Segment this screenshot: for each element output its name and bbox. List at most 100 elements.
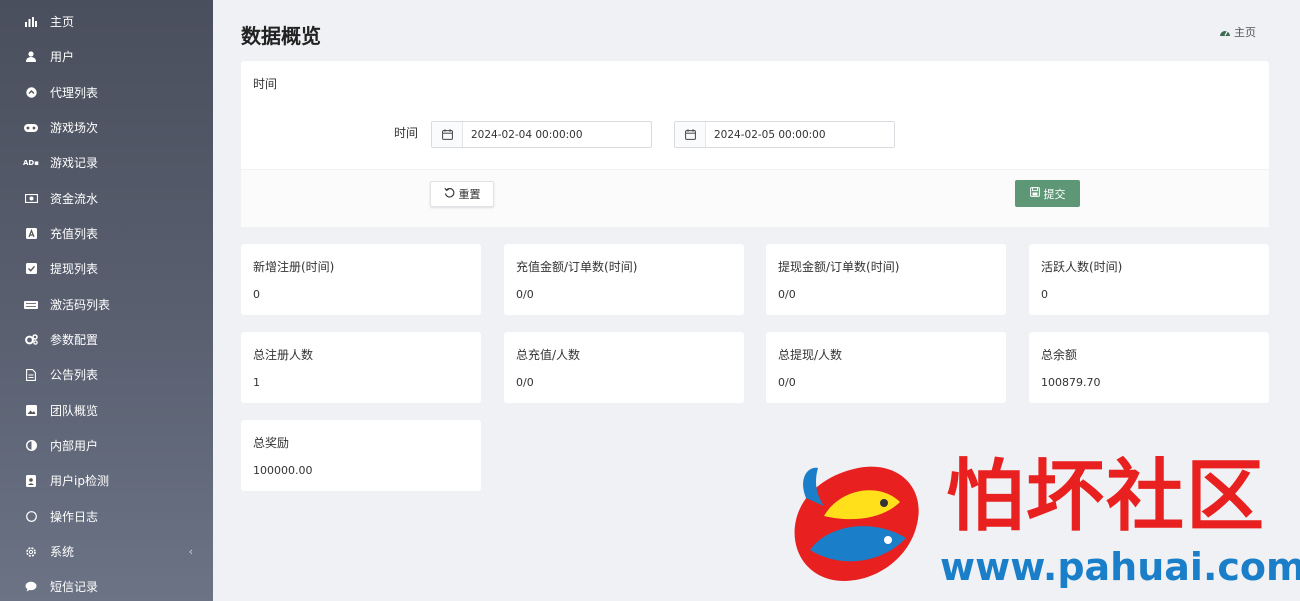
time-filter-panel: 时间 时间 2024-02-04 00:00:00 2024-02-05 00:… — [241, 61, 1269, 227]
sidebar-item-label: 游戏场次 — [50, 121, 99, 135]
image-icon — [24, 404, 38, 418]
breadcrumb[interactable]: 主页 — [1219, 24, 1256, 40]
submit-button[interactable]: 提交 — [1015, 180, 1080, 207]
end-datetime-input[interactable]: 2024-02-05 00:00:00 — [674, 121, 895, 148]
sidebar-item-label: 参数配置 — [50, 333, 99, 347]
watermark-fish-logo — [794, 466, 919, 581]
stat-value: 1 — [253, 376, 260, 389]
a-box-icon — [24, 227, 38, 241]
id-card-icon — [24, 474, 38, 488]
stat-title: 总提现/人数 — [778, 348, 843, 362]
save-icon — [1029, 187, 1040, 200]
sidebar-item-user-ip-check[interactable]: 用户ip检测 — [0, 463, 213, 498]
money-icon — [24, 192, 38, 206]
chevron-left-icon: ‹ — [188, 545, 193, 558]
breadcrumb-home[interactable]: 主页 — [1234, 24, 1256, 40]
sidebar-item-label: 短信记录 — [50, 580, 99, 594]
sidebar-item-team-overview[interactable]: 团队概览 — [0, 393, 213, 428]
calendar-icon — [432, 122, 463, 147]
panel-title: 时间 — [253, 77, 278, 91]
watermark-brand-name: 怕坏社区 — [946, 451, 1267, 542]
stat-card-total-rewards: 总奖励 100000.00 — [241, 420, 481, 491]
sidebar-item-home[interactable]: 主页 — [0, 4, 213, 39]
sidebar-item-label: 用户ip检测 — [50, 474, 109, 488]
circle-arrow-icon — [24, 86, 38, 100]
keyboard-icon — [24, 298, 38, 312]
stat-value: 0/0 — [516, 376, 534, 389]
sidebar-item-fund-flow[interactable]: 资金流水 — [0, 181, 213, 216]
half-circle-icon — [24, 439, 38, 453]
sidebar-item-operation-log[interactable]: 操作日志 — [0, 499, 213, 534]
ad-icon: AD▪ — [23, 158, 39, 167]
stat-card-total-withdraw: 总提现/人数 0/0 — [766, 332, 1006, 403]
reset-label: 重置 — [458, 188, 481, 201]
stat-title: 总充值/人数 — [516, 348, 581, 362]
stat-value: 0/0 — [516, 288, 534, 301]
user-icon — [24, 50, 38, 64]
page-title: 数据概览 — [241, 24, 321, 48]
stat-title: 总注册人数 — [253, 348, 314, 362]
sidebar-item-label: 激活码列表 — [50, 298, 111, 312]
submit-label: 提交 — [1043, 187, 1066, 201]
stat-title: 活跃人数(时间) — [1041, 260, 1123, 274]
dashboard-icon — [1219, 27, 1231, 37]
stat-value: 0/0 — [778, 288, 796, 301]
stat-value: 0 — [1041, 288, 1048, 301]
stat-card-active-users: 活跃人数(时间) 0 — [1029, 244, 1269, 315]
sidebar-item-label: 主页 — [50, 15, 75, 29]
sidebar-item-game-sessions[interactable]: 游戏场次 — [0, 110, 213, 145]
watermark-url: www.pahuai.com — [940, 545, 1300, 589]
stat-value: 0/0 — [778, 376, 796, 389]
sidebar-item-game-records[interactable]: AD▪ 游戏记录 — [0, 145, 213, 180]
comment-icon — [24, 580, 38, 594]
bar-chart-icon — [24, 15, 38, 29]
sidebar-item-sms-records[interactable]: 短信记录 — [0, 569, 213, 601]
sidebar-item-label: 代理列表 — [50, 86, 99, 100]
sidebar-item-label: 游戏记录 — [50, 156, 99, 170]
start-datetime-input[interactable]: 2024-02-04 00:00:00 — [431, 121, 652, 148]
stat-card-total-recharge: 总充值/人数 0/0 — [504, 332, 744, 403]
stat-title: 新增注册(时间) — [253, 260, 335, 274]
stat-title: 总余额 — [1041, 348, 1078, 362]
sidebar-item-internal-users[interactable]: 内部用户 — [0, 428, 213, 463]
sidebar-item-activation-codes[interactable]: 激活码列表 — [0, 287, 213, 322]
sidebar-item-agents[interactable]: 代理列表 — [0, 75, 213, 110]
time-label: 时间 — [394, 126, 419, 140]
stat-card-total-balance: 总余额 100879.70 — [1029, 332, 1269, 403]
sidebar-item-label: 操作日志 — [50, 510, 99, 524]
stat-card-total-registrations: 总注册人数 1 — [241, 332, 481, 403]
circle-outline-icon — [24, 510, 38, 524]
end-datetime-value[interactable]: 2024-02-05 00:00:00 — [706, 122, 894, 147]
stat-value: 100879.70 — [1041, 376, 1101, 389]
sidebar-item-recharge-list[interactable]: 充值列表 — [0, 216, 213, 251]
sidebar-item-withdraw-list[interactable]: 提现列表 — [0, 251, 213, 286]
sidebar: 主页 用户 代理列表 游戏场次 AD▪ 游戏记录 资金流水 充值列表 提现列表 … — [0, 0, 213, 601]
check-square-icon — [24, 262, 38, 276]
sidebar-item-system[interactable]: 系统 ‹ — [0, 534, 213, 569]
stat-card-withdraw-period: 提现金额/订单数(时间) 0/0 — [766, 244, 1006, 315]
gear-icon — [24, 545, 38, 559]
panel-footer — [241, 169, 1269, 227]
gamepad-icon — [24, 121, 38, 135]
calendar-icon — [675, 122, 706, 147]
stat-card-recharge-period: 充值金额/订单数(时间) 0/0 — [504, 244, 744, 315]
sidebar-item-label: 提现列表 — [50, 262, 99, 276]
sidebar-item-label: 公告列表 — [50, 368, 99, 382]
stat-title: 总奖励 — [253, 436, 290, 450]
sidebar-item-announcements[interactable]: 公告列表 — [0, 357, 213, 392]
sidebar-item-parameter-config[interactable]: 参数配置 — [0, 322, 213, 357]
sidebar-item-users[interactable]: 用户 — [0, 39, 213, 74]
stat-title: 充值金额/订单数(时间) — [516, 260, 638, 274]
stat-value: 100000.00 — [253, 464, 313, 477]
start-datetime-value[interactable]: 2024-02-04 00:00:00 — [463, 122, 651, 147]
stat-value: 0 — [253, 288, 260, 301]
reset-button[interactable]: 重置 — [430, 181, 494, 207]
sidebar-item-label: 内部用户 — [50, 439, 99, 453]
sidebar-item-label: 团队概览 — [50, 404, 99, 418]
gears-icon — [24, 333, 38, 347]
sidebar-item-label: 用户 — [50, 50, 75, 64]
sidebar-item-label: 系统 — [50, 545, 75, 559]
file-text-icon — [24, 368, 38, 382]
undo-icon — [443, 187, 455, 201]
stat-card-new-registrations: 新增注册(时间) 0 — [241, 244, 481, 315]
